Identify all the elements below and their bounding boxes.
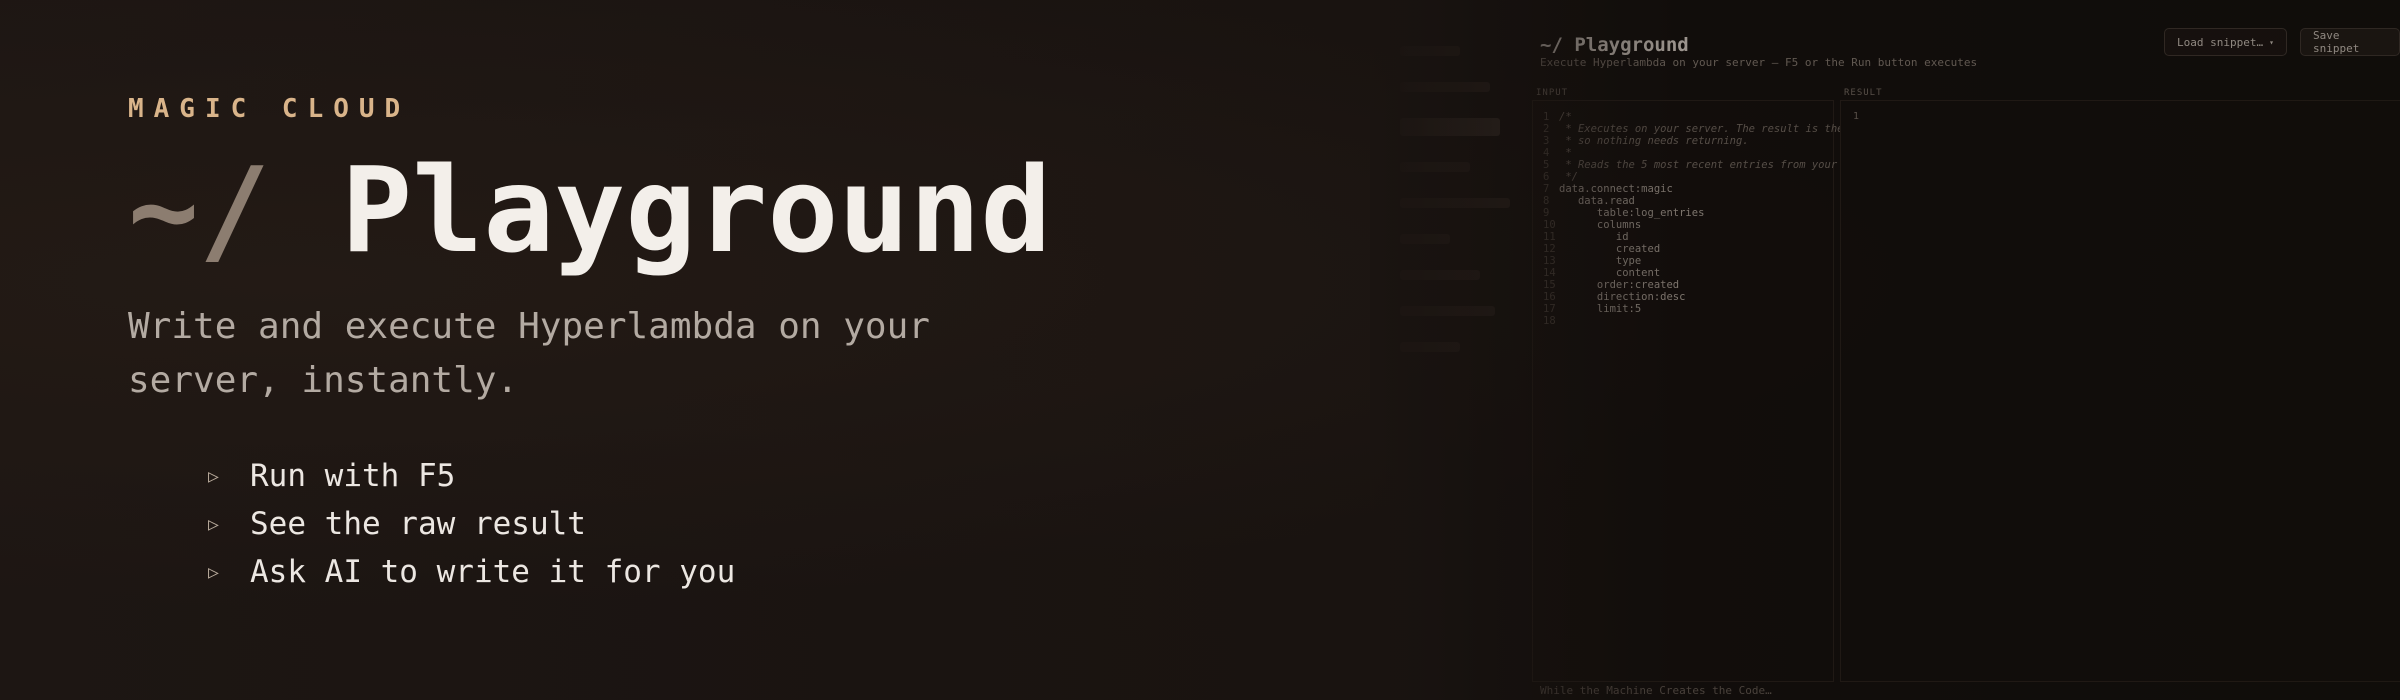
line-number: 13: [1543, 255, 1556, 267]
code-text: */: [1559, 171, 1578, 183]
line-number: 2: [1543, 123, 1550, 135]
code-text: table:log_entries: [1559, 207, 1705, 219]
code-text: direction:desc: [1559, 291, 1686, 303]
line-number: 6: [1543, 171, 1550, 183]
triangle-bullet-icon: ▷: [208, 513, 219, 535]
code-text: created: [1559, 243, 1661, 255]
line-number: 18: [1543, 315, 1556, 327]
feature-label: Run with F5: [250, 458, 456, 494]
chevron-down-icon: ▾: [2269, 37, 2274, 47]
code-text: id: [1559, 231, 1629, 243]
feature-label: Ask AI to write it for you: [250, 554, 736, 590]
input-label: INPUT: [1536, 88, 1569, 98]
code-text: * so nothing needs returning.: [1559, 135, 1749, 147]
code-text: *: [1559, 147, 1572, 159]
title-prefix: ~/: [128, 141, 271, 279]
line-number: 8: [1543, 195, 1550, 207]
title-text: Playground: [341, 141, 1052, 279]
feature-item: ▷ Run with F5: [208, 452, 735, 500]
code-text: data.read: [1559, 195, 1635, 207]
page-subtitle: Write and execute Hyperlambda on your se…: [128, 306, 930, 401]
line-number: 14: [1543, 267, 1556, 279]
editor-subheader: Execute Hyperlambda on your server — F5 …: [1540, 56, 1978, 69]
feature-item: ▷ See the raw result: [208, 500, 735, 548]
code-text: type: [1559, 255, 1642, 267]
feature-item: ▷ Ask AI to write it for you: [208, 548, 735, 596]
save-snippet-button[interactable]: Save snippet: [2300, 28, 2400, 56]
line-number: 10: [1543, 219, 1556, 231]
line-number: 15: [1543, 279, 1556, 291]
line-number: 11: [1543, 231, 1556, 243]
line-number: 17: [1543, 303, 1556, 315]
line-number: 16: [1543, 291, 1556, 303]
result-label: RESULT: [1844, 88, 1883, 98]
result-panel[interactable]: 1: [1840, 100, 2400, 682]
editor-footer: While the Machine Creates the Code…: [1540, 684, 1772, 697]
load-snippet-label: Load snippet…: [2177, 35, 2264, 49]
code-text: columns: [1559, 219, 1642, 231]
code-text: data.connect:magic: [1559, 183, 1673, 195]
code-text: limit:5: [1559, 303, 1642, 315]
line-number: 1: [1543, 111, 1550, 123]
brand-eyebrow: MAGIC CLOUD: [128, 94, 411, 124]
feature-list: ▷ Run with F5 ▷ See the raw result ▷ Ask…: [208, 452, 735, 596]
page-title: ~/ Playground: [128, 140, 1052, 280]
code-text: order:created: [1559, 279, 1680, 291]
editor-header: ~/ Playground: [1540, 34, 1689, 56]
line-number: 7: [1543, 183, 1550, 195]
code-input-panel[interactable]: 1/* 2 * Executes on your server. The resu…: [1532, 100, 1983, 682]
code-text: /*: [1559, 111, 1572, 123]
line-number: 12: [1543, 243, 1556, 255]
result-line-number: 1: [1853, 111, 1860, 122]
load-snippet-button[interactable]: Load snippet… ▾: [2164, 28, 2287, 56]
hero-section: MAGIC CLOUD ~/ Playground Write and exec…: [128, 0, 1278, 700]
triangle-bullet-icon: ▷: [208, 465, 219, 487]
line-number: 5: [1543, 159, 1550, 171]
code-text: * Reads the 5 most recent entries from y…: [1559, 159, 1869, 171]
feature-label: See the raw result: [250, 506, 586, 542]
triangle-bullet-icon: ▷: [208, 561, 219, 583]
line-number: 9: [1543, 207, 1550, 219]
line-number: 4: [1543, 147, 1550, 159]
editor-screenshot: ~/ Playground Execute Hyperlambda on you…: [1370, 0, 2400, 700]
editor-side-nav: [1400, 20, 1540, 700]
line-number: 3: [1543, 135, 1550, 147]
code-text: content: [1559, 267, 1661, 279]
